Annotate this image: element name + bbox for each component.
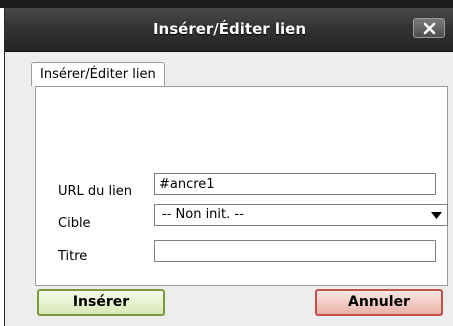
target-label: Cible: [58, 216, 91, 231]
insert-link-dialog: Insérer/Éditer lien Insérer/Éditer lien …: [4, 8, 453, 326]
tab-insert-edit-link[interactable]: Insérer/Éditer lien: [31, 62, 165, 86]
window-edge: [0, 0, 453, 8]
tab-panel: URL du lien Cible -- Non init. -- Titre: [35, 86, 448, 286]
target-select[interactable]: -- Non init. --: [154, 204, 448, 226]
target-select-value: -- Non init. --: [162, 207, 244, 222]
url-label: URL du lien: [58, 184, 133, 199]
close-button[interactable]: [413, 18, 445, 38]
cancel-button[interactable]: Annuler: [315, 289, 443, 316]
close-icon: [423, 22, 436, 35]
insert-button[interactable]: Insérer: [37, 289, 165, 316]
title-input[interactable]: [154, 240, 436, 262]
title-label: Titre: [58, 249, 88, 264]
url-input[interactable]: [154, 173, 436, 195]
dialog-title: Insérer/Éditer lien: [152, 20, 307, 38]
chevron-down-icon: [431, 212, 442, 219]
dialog-titlebar[interactable]: Insérer/Éditer lien: [5, 8, 453, 52]
page: Insérer/Éditer lien Insérer/Éditer lien …: [0, 0, 453, 326]
